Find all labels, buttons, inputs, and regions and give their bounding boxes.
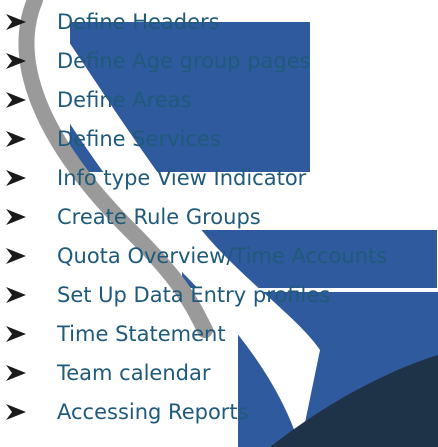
arrowhead-bullet-icon	[6, 287, 26, 303]
arrowhead-bullet-icon	[6, 248, 26, 264]
list-item: Create Rule Groups	[0, 200, 438, 234]
list-item: Accessing Reports	[0, 395, 438, 429]
arrowhead-bullet-icon	[6, 404, 26, 420]
list-item: Time Statement	[0, 317, 438, 351]
item-label-create-rule-groups: Create Rule Groups	[57, 205, 261, 229]
item-label-define-areas: Define Areas	[57, 88, 192, 112]
arrowhead-bullet-icon	[6, 170, 26, 186]
slide: Define Headers Define Age group pages De…	[0, 0, 438, 447]
item-label-define-services: Define Services	[57, 127, 221, 151]
item-label-time-statement: Time Statement	[57, 322, 226, 346]
arrowhead-bullet-icon	[6, 326, 26, 342]
list-item: Define Services	[0, 122, 438, 156]
list-item: Set Up Data Entry profiles	[0, 278, 438, 312]
item-label-define-age-group-pages: Define Age group pages	[57, 49, 311, 73]
arrowhead-bullet-icon	[6, 131, 26, 147]
arrowhead-bullet-icon	[6, 14, 26, 30]
list-item: Info type View Indicator	[0, 161, 438, 195]
item-label-quota-overview-time-accounts: Quota Overview/Time Accounts	[57, 244, 388, 268]
arrowhead-bullet-icon	[6, 209, 26, 225]
list-item: Define Age group pages	[0, 44, 438, 78]
arrowhead-bullet-icon	[6, 365, 26, 381]
list-item: Define Headers	[0, 5, 438, 39]
item-label-define-headers: Define Headers	[57, 10, 220, 34]
list-item: Team calendar	[0, 356, 438, 390]
arrowhead-bullet-icon	[6, 53, 26, 69]
arrowhead-bullet-icon	[6, 92, 26, 108]
item-label-team-calendar: Team calendar	[57, 361, 211, 385]
item-label-set-up-data-entry-profiles: Set Up Data Entry profiles	[57, 283, 331, 307]
item-label-accessing-reports: Accessing Reports	[57, 400, 249, 424]
item-label-info-type-view-indicator: Info type View Indicator	[57, 166, 307, 190]
list-item: Quota Overview/Time Accounts	[0, 239, 438, 273]
list-item: Define Areas	[0, 83, 438, 117]
